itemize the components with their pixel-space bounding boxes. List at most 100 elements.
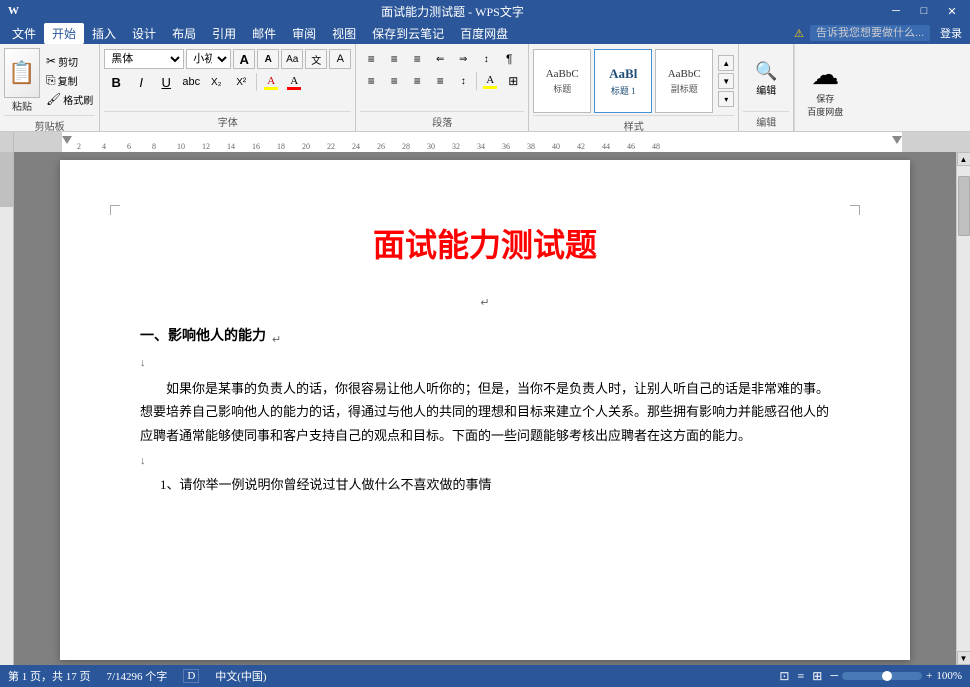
scrollbar-thumb[interactable] [958, 176, 970, 236]
window-title: 面试能力测试题 - WPS文字 [23, 3, 882, 20]
justify-button[interactable]: ≡ [429, 71, 451, 91]
grow-font-button[interactable]: A [233, 49, 255, 69]
save-group: ☁ 保存 百度网盘 [794, 44, 855, 131]
wen-button[interactable]: 文 [305, 49, 327, 69]
zoom-out-button[interactable]: ─ [830, 670, 838, 682]
font-group: 黑体 小初 A A Aa 文 A B I U abc X₂ X² [100, 44, 356, 131]
document-page: 面试能力测试题 ↵ 一、影响他人的能力 ↵ ↓ 如果你是某事的负责人的话，你很容… [60, 160, 910, 660]
borders-button[interactable]: ⊞ [502, 71, 524, 91]
ruler: 2 4 6 8 10 12 14 16 18 20 22 24 26 28 30… [0, 132, 970, 152]
section1-heading-container: 一、影响他人的能力 ↵ [140, 325, 830, 353]
corner-mark-tr [850, 205, 860, 215]
menu-insert[interactable]: 插入 [84, 23, 124, 44]
search-input[interactable] [810, 25, 930, 41]
font-label: 字体 [104, 111, 351, 131]
scroll-up-button[interactable]: ▲ [957, 152, 970, 166]
multilevel-button[interactable]: ≡ [406, 49, 428, 69]
document-title: 面试能力测试题 [140, 220, 830, 266]
after-para-mark: ↓ [140, 455, 830, 467]
strikethrough-button[interactable]: abc [179, 71, 203, 93]
clipboard-group: 📋 粘贴 ✂剪切 ⎘复制 🖌格式刷 剪贴板 [0, 44, 100, 131]
menu-cloud-notes[interactable]: 保存到云笔记 [364, 23, 452, 44]
lang-icon: D [183, 669, 199, 683]
app-logo: W [4, 5, 23, 17]
align-center-button[interactable]: ≡ [383, 71, 405, 91]
view-print-icon[interactable]: ⊡ [779, 669, 789, 684]
close-button[interactable]: ✕ [938, 0, 966, 22]
menu-baidu-disk[interactable]: 百度网盘 [452, 23, 516, 44]
font-color-button[interactable]: A [283, 75, 305, 90]
decrease-indent-button[interactable]: ⇐ [429, 49, 451, 69]
style-more[interactable]: ▾ [718, 91, 734, 107]
bold-button[interactable]: B [104, 71, 128, 93]
style-normal-button[interactable]: AaBbC 标题 [533, 49, 591, 113]
scrollbar-track[interactable] [957, 166, 970, 651]
underline-button[interactable]: U [154, 71, 178, 93]
shrink-font-button[interactable]: A [257, 49, 279, 69]
maximize-button[interactable]: □ [910, 0, 938, 22]
menu-mailings[interactable]: 邮件 [244, 23, 284, 44]
view-web-icon[interactable]: ≡ [797, 669, 804, 684]
find-button[interactable]: 🔍 编辑 [749, 59, 783, 99]
italic-button[interactable]: I [129, 71, 153, 93]
paragraph-group: ≡ ≡ ≡ ⇐ ⇒ ↕ ¶ ≡ ≡ ≡ ≡ ↕ A ⊞ [356, 44, 529, 131]
style-heading1-button[interactable]: AaBl 标题 1 [594, 49, 652, 113]
zoom-level: 100% [936, 670, 962, 682]
paste-button[interactable]: 📋 粘贴 [4, 48, 40, 113]
increase-indent-button[interactable]: ⇒ [452, 49, 474, 69]
minimize-button[interactable]: ─ [882, 0, 910, 22]
styles-group: AaBbC 标题 AaBl 标题 1 AaBbC 副标题 ▲ ▼ ▾ 样式 [529, 44, 739, 131]
title-bar: W 面试能力测试题 - WPS文字 ─ □ ✕ [0, 0, 970, 22]
word-count: 7/14296 个字 [107, 668, 168, 684]
line-spacing-button[interactable]: ↕ [452, 71, 474, 91]
shading-button[interactable]: A [479, 74, 501, 89]
status-right: ⊡ ≡ ⊞ ─ + 100% [779, 669, 962, 684]
menu-layout[interactable]: 布局 [164, 23, 204, 44]
menu-view[interactable]: 视图 [324, 23, 364, 44]
style-scroll: ▲ ▼ ▾ [718, 55, 734, 107]
paragraph-mark-center: ↵ [140, 296, 830, 309]
heading-para-mark: ↵ [272, 333, 281, 346]
bullets-button[interactable]: ≡ [360, 49, 382, 69]
after-heading-mark: ↓ [140, 357, 830, 369]
align-left-button[interactable]: ≡ [360, 71, 382, 91]
numbering-button[interactable]: ≡ [383, 49, 405, 69]
subscript-button[interactable]: X₂ [204, 71, 228, 93]
zoom-in-button[interactable]: + [926, 670, 932, 682]
copy-button[interactable]: ⎘复制 [44, 72, 95, 89]
aa-button[interactable]: Aa [281, 49, 303, 69]
style-scroll-up[interactable]: ▲ [718, 55, 734, 71]
zoom-slider[interactable] [842, 672, 922, 680]
cut-button[interactable]: ✂剪切 [44, 53, 95, 70]
format-painter-button[interactable]: 🖌格式刷 [44, 91, 95, 108]
style-subtitle-button[interactable]: AaBbC 副标题 [655, 49, 713, 113]
window-controls: ─ □ ✕ [882, 0, 966, 22]
language: 中文(中国) [215, 668, 266, 684]
menu-file[interactable]: 文件 [4, 23, 44, 44]
menu-design[interactable]: 设计 [124, 23, 164, 44]
menu-review[interactable]: 审阅 [284, 23, 324, 44]
superscript-button[interactable]: X² [229, 71, 253, 93]
font-name-select[interactable]: 黑体 [104, 49, 184, 69]
page-count: 第 1 页，共 17 页 [8, 668, 91, 684]
clear-format-button[interactable]: A [329, 49, 351, 69]
save-cloud-button[interactable]: ☁ 保存 百度网盘 [803, 54, 847, 122]
style-scroll-down[interactable]: ▼ [718, 73, 734, 89]
menu-references[interactable]: 引用 [204, 23, 244, 44]
document-area: 面试能力测试题 ↵ 一、影响他人的能力 ↵ ↓ 如果你是某事的负责人的话，你很容… [14, 152, 956, 665]
editing-group: 🔍 编辑 编辑 [739, 44, 794, 131]
view-full-icon[interactable]: ⊞ [812, 669, 822, 684]
editing-label: 编辑 [743, 111, 789, 131]
login-button[interactable]: 登录 [936, 25, 966, 41]
section1-heading: 一、影响他人的能力 [140, 325, 266, 345]
show-marks-button[interactable]: ¶ [498, 49, 520, 69]
highlight-color-button[interactable]: A [260, 75, 282, 90]
font-size-select[interactable]: 小初 [186, 49, 231, 69]
ribbon: 📋 粘贴 ✂剪切 ⎘复制 🖌格式刷 剪贴板 黑体 [0, 44, 970, 132]
align-right-button[interactable]: ≡ [406, 71, 428, 91]
menu-home[interactable]: 开始 [44, 23, 84, 44]
sort-button[interactable]: ↕ [475, 49, 497, 69]
section1-list-item: 1、请你举一例说明你曾经说过甘人做什么不喜欢做的事情 [160, 473, 830, 496]
scroll-down-button[interactable]: ▼ [957, 651, 970, 665]
status-bar: 第 1 页，共 17 页 7/14296 个字 D 中文(中国) ⊡ ≡ ⊞ ─… [0, 665, 970, 687]
